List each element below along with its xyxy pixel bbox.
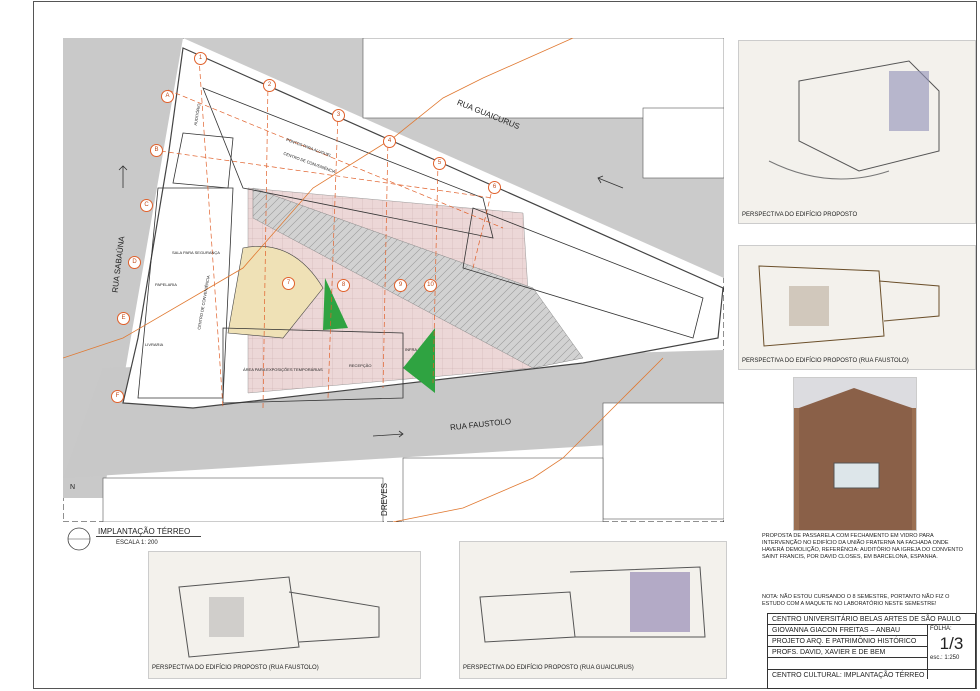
sketch-1-caption: PERSPECTIVA DO EDIFÍCIO PROPOSTO [742, 212, 858, 218]
axis-bubble-7: 7 [282, 277, 295, 290]
title-underline [96, 536, 201, 537]
axis-bubble-f: F [111, 390, 124, 403]
sketch-4-caption: PERSPECTIVA DO EDIFÍCIO PROPOSTO (RUA FA… [152, 665, 319, 671]
axis-bubble-10: 10 [424, 279, 437, 292]
axis-bubble-3: 3 [332, 109, 345, 122]
axis-bubble-6: 6 [488, 181, 501, 194]
room-area-exp: ÁREA PARA EXPOSIÇÕES TEMPORÁRIAS [243, 367, 323, 372]
street-label-dreves: DREVES [379, 483, 389, 516]
reference-photo [793, 377, 917, 531]
sketch-2 [738, 245, 976, 370]
reference-note: PROPOSTA DE PASSARELA COM FECHAMENTO EM … [762, 533, 963, 560]
sketch-5 [459, 541, 727, 679]
axis-bubble-5: 5 [433, 157, 446, 170]
sketch-2-caption: PERSPECTIVA DO EDIFÍCIO PROPOSTO (RUA FA… [742, 358, 909, 364]
axis-bubble-e: E [117, 312, 130, 325]
title-block: CENTRO UNIVERSITÁRIO BELAS ARTES DE SÃO … [767, 613, 976, 689]
axis-bubble-1: 1 [194, 52, 207, 65]
axis-bubble-a: A [161, 90, 174, 103]
room-sala: SALA PARA SEGURANÇA [172, 250, 220, 255]
room-livraria: LIVRARIA [145, 342, 164, 347]
axis-bubble-4: 4 [383, 135, 396, 148]
room-recepcao: RECEPÇÃO [349, 363, 372, 368]
sketch-5-caption: PERSPECTIVA DO EDIFÍCIO PROPOSTO (RUA GU… [463, 665, 634, 671]
tb-escala: esc.: 1:250 [930, 655, 960, 661]
tb-spacer [768, 658, 927, 669]
tb-profs: PROFS. DAVID, XAVIER E DE BEM [768, 647, 927, 658]
axis-bubble-b: B [150, 144, 163, 157]
axis-bubble-2: 2 [263, 79, 276, 92]
tb-folha-value: 1/3 [939, 634, 964, 653]
north-label: N [70, 484, 76, 491]
tb-folha: FOLHA: 1/3 esc.: 1:250 [927, 625, 975, 679]
sketch-1 [738, 40, 976, 224]
tb-student: GIOVANNA GIACON FREITAS – ANBAU [768, 625, 927, 636]
room-infra: INFRA [405, 347, 417, 352]
plan-title: IMPLANTAÇÃO TÉRREO [98, 527, 191, 536]
sketch-4 [148, 551, 421, 679]
axis-bubble-8: 8 [337, 279, 350, 292]
site-plan [63, 38, 724, 522]
tb-folha-label: FOLHA: [930, 626, 952, 632]
tb-school: CENTRO UNIVERSITÁRIO BELAS ARTES DE SÃO … [768, 614, 975, 625]
room-papelaria: PAPELARIA [155, 282, 177, 287]
tb-course: PROJETO ARQ. E PATRIMÔNIO HISTÓRICO [768, 636, 927, 647]
axis-bubble-9: 9 [394, 279, 407, 292]
axis-bubble-d: D [128, 256, 141, 269]
north-symbol-icon [67, 527, 91, 551]
plan-scale: ESCALA 1: 200 [116, 540, 158, 546]
maquete-note: NOTA: NÃO ESTOU CURSANDO O 8 SEMESTRE, P… [762, 594, 950, 607]
axis-bubble-c: C [140, 199, 153, 212]
